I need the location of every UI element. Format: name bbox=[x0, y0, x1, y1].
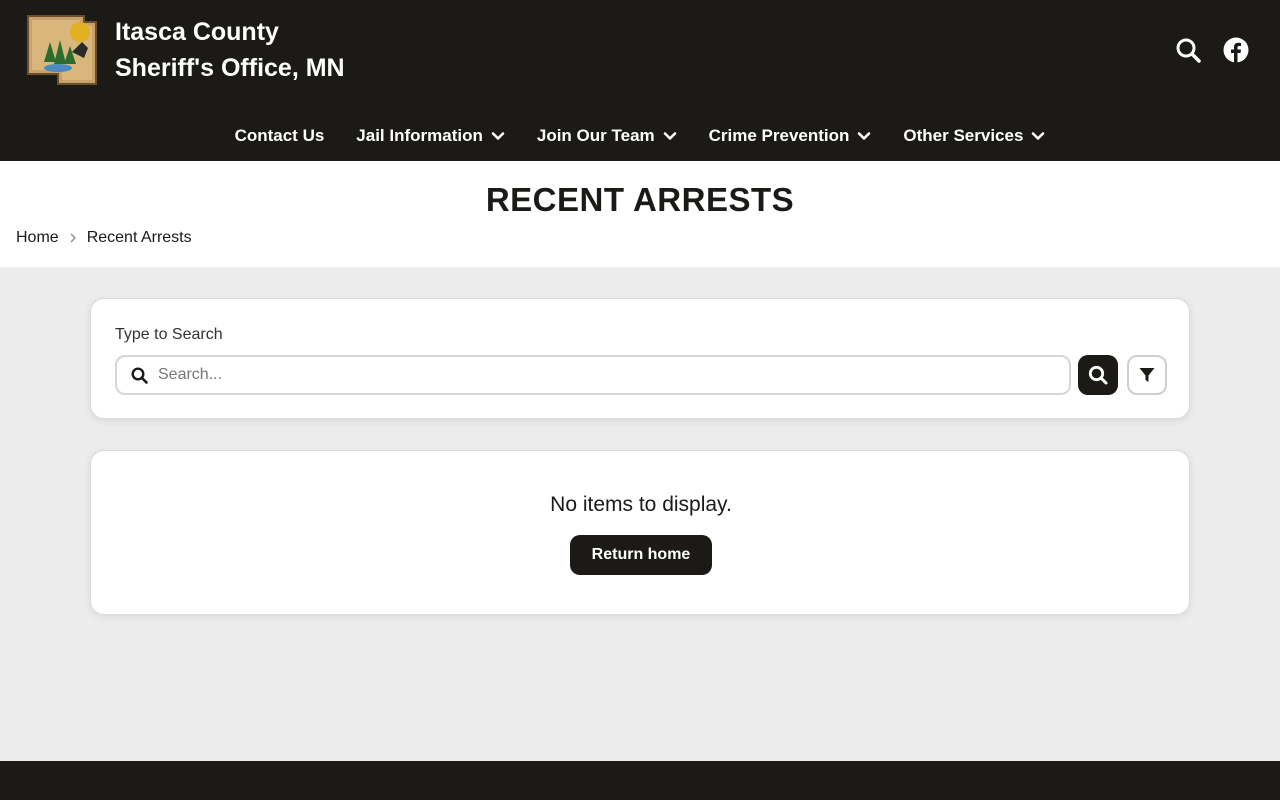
nav-label: Contact Us bbox=[234, 126, 325, 145]
site-footer bbox=[0, 761, 1280, 800]
search-field[interactable] bbox=[115, 355, 1071, 395]
page-title: RECENT ARRESTS bbox=[485, 181, 795, 218]
nav-label: Jail Information bbox=[356, 126, 483, 145]
filter-button[interactable] bbox=[1127, 355, 1167, 395]
breadcrumb-current: Recent Arrests bbox=[86, 229, 192, 246]
site-title[interactable]: Itasca County Sheriff's Office, MN bbox=[115, 14, 345, 86]
site-header: Itasca County Sheriff's Office, MN Conta… bbox=[0, 0, 1280, 161]
empty-state-message: No items to display. bbox=[550, 493, 732, 516]
nav-join-our-team[interactable]: Join Our Team bbox=[537, 126, 677, 146]
nav-other-services[interactable]: Other Services bbox=[903, 126, 1045, 146]
chevron-down-icon bbox=[1031, 129, 1045, 143]
chevron-down-icon bbox=[491, 129, 505, 143]
nav-label: Other Services bbox=[903, 126, 1024, 145]
search-card: Type to Search bbox=[90, 298, 1190, 419]
search-submit-button[interactable] bbox=[1078, 355, 1118, 395]
chevron-right-icon bbox=[69, 233, 77, 243]
header-search-icon[interactable] bbox=[1174, 36, 1202, 64]
nav-label: Join Our Team bbox=[536, 126, 655, 145]
nav-contact-us[interactable]: Contact Us bbox=[235, 126, 325, 146]
page-title-bar: RECENT ARRESTS Home Recent Arrests bbox=[0, 161, 1280, 267]
chevron-down-icon bbox=[663, 129, 677, 143]
search-icon bbox=[1088, 365, 1108, 385]
site-title-line2: Sheriff's Office, MN bbox=[115, 54, 345, 82]
nav-label: Crime Prevention bbox=[708, 126, 850, 145]
nav-jail-information[interactable]: Jail Information bbox=[356, 126, 505, 146]
breadcrumb-home-link[interactable]: Home bbox=[16, 229, 59, 247]
chevron-down-icon bbox=[857, 129, 871, 143]
results-card: No items to display. Return home bbox=[90, 450, 1190, 615]
search-input[interactable] bbox=[158, 366, 1038, 384]
nav-crime-prevention[interactable]: Crime Prevention bbox=[709, 126, 872, 146]
site-title-line1: Itasca County bbox=[115, 18, 279, 46]
search-icon bbox=[131, 366, 148, 384]
return-home-button[interactable]: Return home bbox=[570, 535, 712, 575]
facebook-icon[interactable] bbox=[1222, 36, 1250, 64]
sheriff-logo[interactable] bbox=[24, 12, 100, 88]
search-label: Type to Search bbox=[115, 326, 223, 343]
breadcrumb: Home Recent Arrests bbox=[16, 229, 192, 247]
main-nav: Contact Us Jail Information Join Our Tea… bbox=[0, 120, 1280, 152]
filter-icon bbox=[1139, 368, 1155, 382]
